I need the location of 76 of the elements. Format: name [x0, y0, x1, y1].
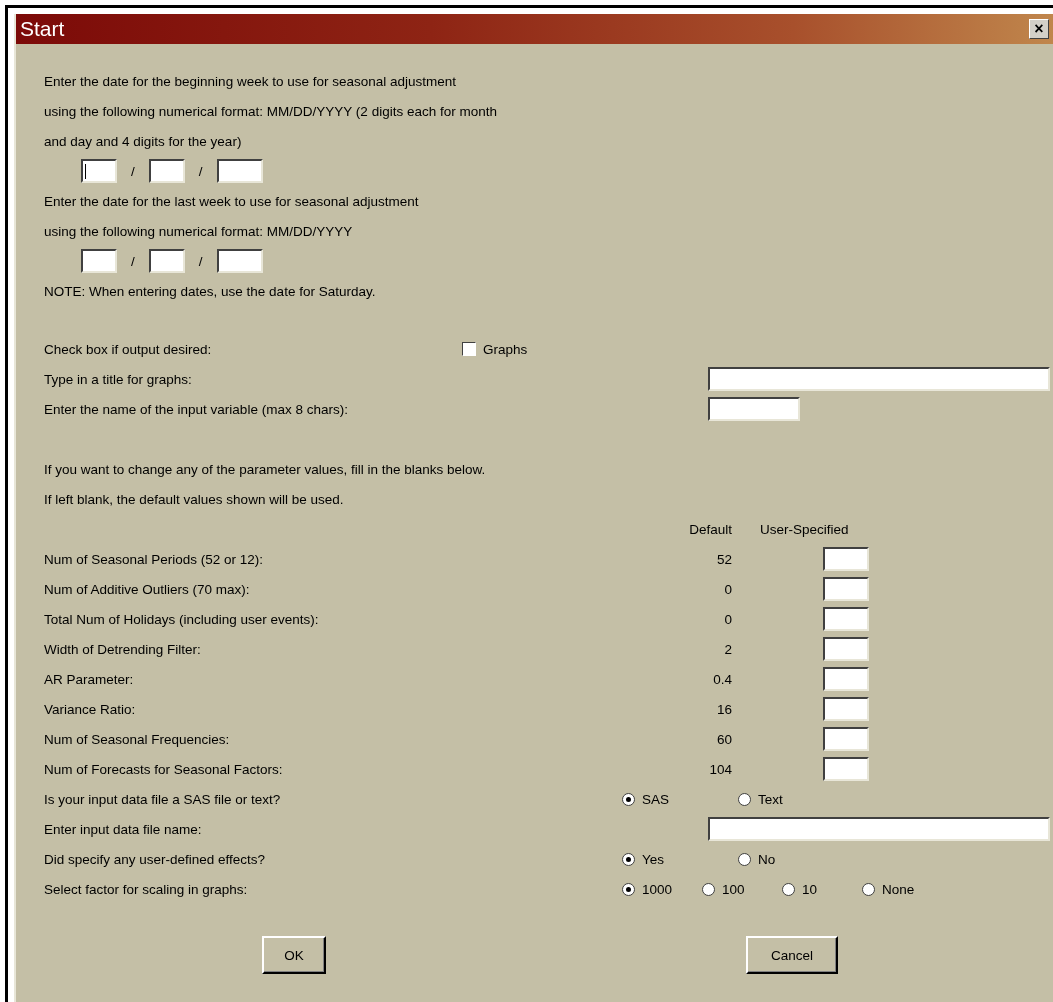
radio-label: 100: [722, 881, 745, 897]
parameter-field[interactable]: [823, 577, 869, 601]
default-value: 60: [715, 731, 732, 747]
default-value: 104: [708, 761, 732, 777]
parameter-label: Total Num of Holidays (including user events):: [44, 611, 320, 627]
parameter-field[interactable]: [823, 667, 869, 691]
radio-button[interactable]: [622, 852, 635, 866]
radio-button[interactable]: [738, 852, 751, 866]
default-value: 0: [723, 581, 732, 597]
default-value: 0: [723, 611, 732, 627]
default-value: 16: [715, 701, 732, 717]
input-field[interactable]: [708, 817, 1050, 841]
parameter-field[interactable]: [823, 637, 869, 661]
field-label: Check box if output desired:: [44, 341, 213, 357]
parameter-field[interactable]: [823, 607, 869, 631]
default-value: 2: [723, 641, 732, 657]
radio-button[interactable]: [782, 882, 795, 896]
field-label: Did specify any user-defined effects?: [44, 851, 267, 867]
dialog-button[interactable]: OK: [262, 936, 326, 974]
dialog-button[interactable]: Cancel: [746, 936, 838, 974]
default-value: 0.4: [712, 671, 732, 687]
input-field[interactable]: [708, 367, 1050, 391]
window-title: Start: [20, 17, 65, 41]
date-field[interactable]: [148, 159, 185, 183]
parameter-label: Width of Detrending Filter:: [44, 641, 202, 657]
instruction-text: using the following numerical format: MM/DD/YYYY: [44, 223, 353, 239]
column-header: Default: [688, 521, 732, 537]
date-separator: /: [131, 163, 135, 179]
instruction-text: Enter the date for the beginning week to use for seasonal adjustment: [44, 73, 456, 89]
column-header: User-Specified: [760, 521, 850, 537]
field-label: Type in a title for graphs:: [44, 371, 193, 387]
radio-label: 1000: [642, 881, 673, 897]
parameter-label: Num of Seasonal Periods (52 or 12):: [44, 551, 265, 567]
radio-label: Yes: [642, 851, 665, 867]
note-text: NOTE: When entering dates, use the date for Saturday.: [44, 283, 376, 299]
field-label: Enter the name of the input variable (max 8 chars):: [44, 401, 349, 417]
checkbox[interactable]: [462, 342, 476, 356]
instruction-text: If left blank, the default values shown will be used.: [44, 491, 344, 507]
input-field[interactable]: [708, 397, 800, 421]
parameter-field[interactable]: [823, 757, 869, 781]
radio-label: SAS: [642, 791, 669, 807]
parameter-field[interactable]: [823, 697, 869, 721]
radio-label: 10: [802, 881, 818, 897]
close-button[interactable]: ×: [1029, 19, 1049, 39]
instruction-text: using the following numerical format: MM/DD/YYYY (2 digits each for month: [44, 103, 497, 119]
radio-label: Text: [758, 791, 783, 807]
field-label: Enter input data file name:: [44, 821, 203, 837]
instruction-text: If you want to change any of the parameter values, fill in the blanks below.: [44, 461, 486, 477]
date-field[interactable]: [216, 249, 263, 273]
instruction-text: Enter the date for the last week to use for seasonal adjustment: [44, 193, 419, 209]
parameter-label: Num of Seasonal Frequencies:: [44, 731, 231, 747]
radio-button[interactable]: [862, 882, 875, 896]
date-field[interactable]: [148, 249, 185, 273]
checkbox-label: Graphs: [483, 341, 528, 357]
radio-label: No: [758, 851, 776, 867]
field-label: Select factor for scaling in graphs:: [44, 881, 249, 897]
radio-label: None: [882, 881, 915, 897]
parameter-label: Variance Ratio:: [44, 701, 137, 717]
default-value: 52: [715, 551, 732, 567]
date-field[interactable]: [81, 249, 117, 273]
date-separator: /: [131, 253, 135, 269]
date-separator: /: [198, 253, 203, 269]
radio-button[interactable]: [702, 882, 715, 896]
radio-button[interactable]: [738, 792, 751, 806]
date-field[interactable]: [81, 159, 117, 183]
radio-button[interactable]: [622, 792, 635, 806]
date-field[interactable]: [216, 159, 263, 183]
parameter-label: AR Parameter:: [44, 671, 135, 687]
parameter-field[interactable]: [823, 547, 869, 571]
field-label: Is your input data file a SAS file or text?: [44, 791, 282, 807]
radio-button[interactable]: [622, 882, 635, 896]
parameter-field[interactable]: [823, 727, 869, 751]
parameter-label: Num of Additive Outliers (70 max):: [44, 581, 251, 597]
parameter-label: Num of Forecasts for Seasonal Factors:: [44, 761, 284, 777]
instruction-text: and day and 4 digits for the year): [44, 133, 242, 149]
date-separator: /: [198, 163, 203, 179]
